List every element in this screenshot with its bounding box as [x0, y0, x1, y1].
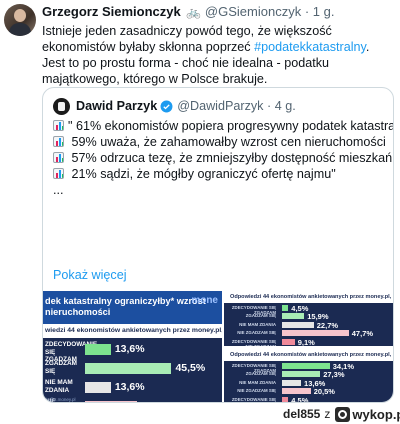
chart-row-label: ZGADZAM SIĘ	[45, 360, 77, 375]
watermark-user: del855	[283, 407, 321, 421]
tweet-text: Istnieje jeden zasadniczy powód tego, że…	[42, 23, 394, 87]
chart-value-label: 45,5%	[175, 362, 206, 374]
quoted-ellipsis: ...	[53, 183, 64, 197]
chart-row-label: NIE MAM ZDANIA	[239, 379, 276, 385]
avatar-body	[9, 23, 31, 36]
chart-value-label: 13,6%	[114, 381, 145, 393]
chart-bar	[282, 338, 295, 345]
verified-badge-icon	[160, 100, 173, 112]
quoted-tweet-time[interactable]: 4 g.	[275, 99, 296, 113]
chart-image-left[interactable]: dek katastralny ograniczyłby* wzrost nie…	[43, 291, 222, 402]
tweet-header: Grzegorz Siemionczyk 🚲 @GSiemionczyk · 1…	[42, 4, 396, 20]
avatar-head	[14, 9, 26, 22]
quoted-tweet-header: Dawid Parzyk @DawidParzyk · 4 g.	[53, 97, 296, 115]
chart-bar	[282, 396, 289, 402]
chart-row-label: NIE MAM ZDANIA	[239, 321, 276, 327]
watermark-separator: z	[324, 407, 331, 421]
chart-bar	[85, 401, 137, 402]
chart-row-label: NIE ZGADZAM SIĘ	[237, 388, 276, 394]
chart-row-label: ZGADZAM SIĘ	[245, 313, 276, 319]
chart-bar	[85, 344, 111, 355]
chart-footer: ży@x.money.pl	[45, 397, 76, 402]
quoted-line-text: 21% sądzi, że mógłby ograniczyć ofertę n…	[68, 167, 336, 181]
chart-bar	[282, 363, 330, 369]
quoted-author-name[interactable]: Dawid Parzyk	[76, 99, 157, 113]
author-avatar[interactable]	[4, 4, 36, 36]
chart-row-label: ZDECYDOWANIE SIĘ NIE ZGADZAM	[231, 396, 276, 402]
bar-chart-emoji-icon	[53, 168, 64, 179]
chart-row-label: ZGADZAM SIĘ	[245, 371, 276, 377]
chart-bar	[85, 382, 111, 393]
quoted-author-handle[interactable]: @DawidParzyk	[177, 99, 263, 113]
quoted-line: 57% odrzuca tezę, że zmniejszyłby dostęp…	[53, 150, 393, 166]
chart-row-label: NIE MAM ZDANIA	[45, 379, 73, 394]
chart-value-label: 27,3%	[141, 400, 171, 402]
chart-panel-bottom: Odpowiedzi 44 ekonomistów ankietowanych …	[224, 349, 393, 403]
chart-subtitle: wiedzi 44 ekonomistów ankietowanych prze…	[43, 324, 222, 338]
chart-title: dek katastralny ograniczyłby* wzrost nie…	[45, 296, 206, 317]
quoted-tweet[interactable]: Dawid Parzyk @DawidParzyk · 4 g. " 61% e…	[42, 87, 394, 403]
chart-panel-title: Odpowiedzi 44 ekonomistów ankietowanych …	[224, 349, 393, 361]
bicycle-icon: 🚲	[186, 5, 202, 19]
separator-dot: ·	[266, 99, 272, 113]
chart-bar	[282, 379, 302, 386]
quoted-author-avatar[interactable]	[53, 97, 70, 115]
quoted-line-text: " 61% ekonomistów popiera progresywny po…	[68, 119, 394, 133]
quoted-line-text: 57% odrzuca tezę, że zmniejszyłby dostęp…	[71, 151, 393, 165]
quoted-tweet-text: " 61% ekonomistów popiera progresywny po…	[53, 118, 393, 198]
chart-value-label: 4,5%	[291, 395, 309, 403]
tweet-text-part: .	[365, 40, 370, 54]
show-more-link[interactable]: Pokaż więcej	[53, 268, 127, 282]
chart-row: NIE MAM ZDANIA 13,6%	[43, 379, 222, 397]
chart-bar	[282, 388, 311, 395]
chart-row: ZGADZAM SIĘ 45,5%	[43, 360, 222, 378]
quoted-line: 59% uważa, że zahamowałby wzrost cen nie…	[53, 134, 387, 150]
bar-chart-emoji-icon	[53, 152, 64, 163]
chart-panel-top: Odpowiedzi 44 ekonomistów ankietowanych …	[224, 291, 393, 349]
chart-bar	[282, 305, 289, 311]
bar-chart-emoji-icon	[53, 136, 64, 147]
tweet-time[interactable]: 1 g.	[313, 4, 335, 19]
chart-row: ZDECYDOWANIE SIĘ NIE ZGADZAM 4,5%	[224, 395, 393, 403]
hashtag-link[interactable]: #podatekkatastralny	[254, 40, 366, 54]
chart-value-label: 13,6%	[114, 343, 145, 355]
tweet-text-part: Jest to po prostu forma - choć nie ideal…	[42, 56, 330, 86]
chart-bar	[282, 321, 314, 328]
watermark-site: wykop.pl	[352, 406, 400, 422]
chart-bar	[282, 371, 321, 378]
chart-bar	[282, 330, 349, 337]
quoted-line-text: 59% uważa, że zahamowałby wzrost cen nie…	[68, 135, 386, 149]
bar-chart-emoji-icon	[53, 120, 64, 131]
author-handle[interactable]: @GSiemionczyk	[205, 4, 301, 19]
chart-row-label: NIE ZGADZAM SIĘ	[237, 330, 276, 336]
quoted-line: 21% sądzi, że mógłby ograniczyć ofertę n…	[53, 166, 387, 182]
chart-row: ZDECYDOWANIE SIĘ ZGADZAM 13,6%	[43, 341, 222, 363]
wykop-logo-icon	[335, 406, 351, 422]
quoted-line: " 61% ekonomistów popiera progresywny po…	[53, 118, 393, 134]
author-name[interactable]: Grzegorz Siemionczyk	[42, 4, 181, 19]
separator-dot: ·	[304, 4, 310, 19]
chart-panel-title: Odpowiedzi 44 ekonomistów ankietowanych …	[224, 291, 393, 303]
chart-banner: dek katastralny ograniczyłby* wzrost nie…	[43, 291, 222, 324]
chart-bar	[85, 363, 172, 374]
chart-image-right[interactable]: Odpowiedzi 44 ekonomistów ankietowanych …	[224, 291, 393, 403]
chart-bar	[282, 313, 305, 320]
watermark: del855 z wykop.pl	[283, 404, 400, 424]
chart-brand-logo: mone	[191, 295, 218, 306]
